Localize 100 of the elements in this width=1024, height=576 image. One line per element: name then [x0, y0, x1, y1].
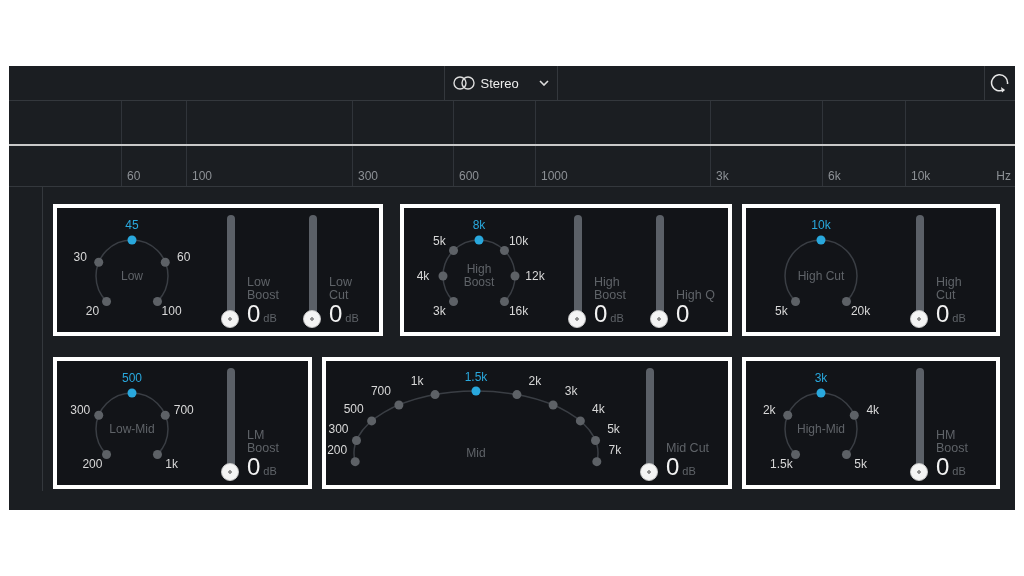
knob-option-label: 4k [866, 402, 880, 417]
knob-position-dot[interactable] [791, 296, 801, 306]
frequency-unit-label: Hz [996, 169, 1011, 183]
channel-mode-label: Stereo [480, 75, 520, 91]
knob-option-label: 1.5k [770, 457, 793, 472]
knob-option-label: 5k [433, 233, 446, 248]
knob-option-label: 4k [592, 401, 605, 416]
frequency-tick-label: 600 [459, 169, 480, 183]
fader-value: 0 [594, 302, 608, 326]
knob-position-dot[interactable] [575, 416, 585, 426]
knob-option-label: 700 [173, 402, 194, 417]
knob-position-dot[interactable] [449, 296, 459, 306]
knob-position-dot[interactable] [510, 271, 520, 281]
knob-position-dot[interactable] [791, 449, 801, 459]
knob-position-dot[interactable] [438, 271, 448, 281]
knob-option-label: 8k [472, 218, 486, 232]
frequency-tick-label: 300 [358, 169, 379, 183]
knob-option-label: 10k [508, 233, 529, 248]
fader-label: LM Boost [247, 429, 280, 455]
knob-position-dot[interactable] [474, 235, 484, 245]
knob-label: High-Mid [796, 422, 846, 436]
knob-position-dot[interactable] [102, 296, 112, 306]
chevron-down-icon [538, 80, 549, 86]
fader-thumb[interactable] [650, 310, 668, 328]
knob-position-dot[interactable] [350, 457, 360, 467]
knob-position-dot[interactable] [783, 410, 793, 420]
knob-option-label: 30 [73, 249, 87, 264]
knob-option-label: 300 [70, 402, 91, 417]
fader-thumb[interactable] [568, 310, 586, 328]
fader-value: 0 [676, 302, 690, 326]
knob-position-dot[interactable] [512, 390, 522, 400]
fader-label: High Q [676, 289, 716, 302]
fader-thumb[interactable] [910, 310, 928, 328]
fader-unit: dB [263, 312, 277, 324]
fader-label: Low Boost [247, 276, 280, 302]
knob-position-dot[interactable] [394, 400, 404, 410]
knob-position-dot[interactable] [499, 246, 509, 256]
knob-option-label: 200 [327, 442, 348, 457]
frequency-tick-label: 1000 [541, 169, 568, 183]
knob-option-label: 5k [775, 304, 788, 319]
knob-option-label: 16k [508, 304, 529, 319]
knob-position-dot[interactable] [816, 388, 826, 398]
knob-option-label: 20 [85, 304, 100, 319]
knob-position-dot[interactable] [591, 436, 600, 446]
channel-mode-dropdown[interactable]: Stereo [443, 66, 558, 100]
knob-position-dot[interactable] [94, 257, 104, 267]
knob-position-dot[interactable] [449, 246, 459, 256]
fader-thumb[interactable] [221, 463, 239, 481]
knob-position-dot[interactable] [548, 400, 558, 410]
knob-option-label: 2k [528, 373, 542, 388]
fader-unit: dB [263, 465, 277, 477]
knob-option-label: 100 [161, 304, 182, 319]
frequency-tick-label: 3k [716, 169, 729, 183]
knob-label: High Boost [462, 263, 496, 289]
knob-position-dot[interactable] [102, 449, 112, 459]
fader-label: Low Cut [329, 276, 353, 302]
fader-label: HM Boost [936, 429, 969, 455]
knob-position-dot[interactable] [841, 449, 851, 459]
knob-option-label: 2k [762, 402, 776, 417]
fader-thumb[interactable] [640, 463, 658, 481]
knob-label: Mid [465, 446, 487, 460]
knob-position-dot[interactable] [152, 296, 162, 306]
frequency-tick-label: 60 [127, 169, 141, 183]
fader-value: 0 [666, 455, 680, 479]
knob-position-dot[interactable] [499, 296, 509, 306]
fader-thumb[interactable] [910, 463, 928, 481]
knob-position-dot[interactable] [849, 410, 859, 420]
knob-option-label: 500 [122, 371, 142, 385]
knob-position-dot[interactable] [94, 410, 104, 420]
fader-unit: dB [952, 312, 966, 324]
knob-option-label: 5k [854, 457, 867, 472]
knob-position-dot[interactable] [152, 449, 162, 459]
knob-position-dot[interactable] [160, 257, 170, 267]
knob-position-dot[interactable] [430, 390, 440, 400]
knob-position-dot[interactable] [352, 436, 361, 446]
knob-option-label: 20k [850, 304, 871, 319]
fader-unit: dB [610, 312, 624, 324]
knob-label: Low-Mid [108, 422, 156, 436]
knob-label: High Cut [796, 269, 846, 283]
knob-option-label: 5k [607, 421, 620, 436]
knob-position-dot[interactable] [841, 296, 851, 306]
knob-option-label: 3k [564, 383, 578, 398]
knob-position-dot[interactable] [816, 235, 826, 245]
fader-thumb[interactable] [221, 310, 239, 328]
knob-option-label: 12k [525, 269, 545, 283]
knob-option-label: 60 [177, 249, 191, 264]
knob-option-label: 1.5k [464, 370, 488, 384]
circular-arrow-icon [990, 73, 1010, 93]
knob-position-dot[interactable] [127, 388, 137, 398]
fader-thumb[interactable] [303, 310, 321, 328]
knob-position-dot[interactable] [367, 416, 377, 426]
fader-value: 0 [247, 455, 261, 479]
knob-position-dot[interactable] [127, 235, 137, 245]
knob-option-label: 7k [608, 442, 622, 457]
frequency-tick-label: 6k [828, 169, 841, 183]
knob-position-dot[interactable] [160, 410, 170, 420]
knob-option-label: 1k [165, 457, 178, 472]
knob-position-dot[interactable] [592, 457, 602, 467]
fader-unit: dB [682, 465, 696, 477]
knob-position-dot[interactable] [471, 386, 481, 396]
